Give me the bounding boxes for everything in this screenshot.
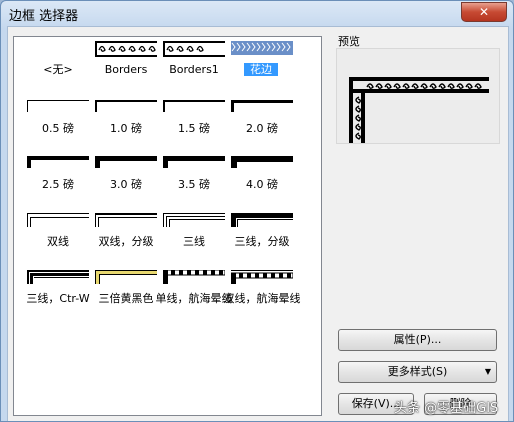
- border-swatch-icon: [163, 41, 225, 57]
- border-swatch-icon: [163, 213, 225, 227]
- border-swatch-icon: [27, 100, 89, 112]
- border-swatch-icon: [231, 270, 293, 284]
- properties-button[interactable]: 属性(P)...: [338, 329, 497, 351]
- border-option[interactable]: Borders1: [159, 41, 229, 93]
- preview-border-image: [349, 77, 489, 143]
- border-swatch-icon: [163, 100, 225, 112]
- border-swatch-icon: [27, 270, 89, 284]
- save-button-label: 保存(V)...: [351, 397, 401, 410]
- close-button[interactable]: ✕: [461, 2, 507, 22]
- title-bar[interactable]: 边框 选择器 ✕: [1, 1, 513, 25]
- border-swatch-icon: [95, 270, 157, 284]
- preview-group: 预览: [333, 31, 501, 147]
- border-option-label: Borders1: [169, 63, 219, 76]
- dropdown-arrow-icon: ▼: [484, 367, 491, 376]
- border-swatch-icon: [163, 156, 225, 168]
- border-option[interactable]: 4.0 磅: [227, 156, 297, 208]
- border-option-label: 花边: [244, 63, 278, 76]
- more-styles-label: 更多样式(S): [387, 365, 448, 378]
- border-swatch-icon: [95, 100, 157, 112]
- border-selector-dialog: 边框 选择器 ✕ <无> Borders Borders1 花边 0.5 磅 1.0 磅1…: [0, 0, 514, 422]
- watermark-text: 头条 @零基础GIS: [394, 401, 499, 416]
- border-style-gallery[interactable]: <无> Borders Borders1 花边 0.5 磅 1.0 磅 1.5 磅 2.0 磅…: [13, 36, 322, 416]
- border-swatch-icon: [27, 41, 89, 59]
- border-swatch-icon: [163, 270, 225, 284]
- border-option[interactable]: 双线，航海晕线: [224, 270, 301, 322]
- border-swatch-icon: [231, 41, 293, 55]
- border-swatch-icon: [95, 41, 157, 57]
- border-option-label: 双线，航海晕线: [223, 292, 301, 305]
- border-option-label: 三线，分级: [234, 235, 290, 248]
- dialog-body: <无> Borders Borders1 花边 0.5 磅 1.0 磅 1.5 磅 2.0 磅…: [7, 26, 509, 421]
- window-title: 边框 选择器: [9, 9, 79, 24]
- border-swatch-icon: [231, 213, 293, 227]
- border-option[interactable]: 2.0 磅: [227, 100, 297, 152]
- properties-button-label: 属性(P)...: [393, 333, 442, 346]
- border-option[interactable]: 花边: [227, 41, 297, 93]
- border-swatch-icon: [231, 100, 293, 112]
- border-swatch-icon: [27, 156, 89, 168]
- preview-box: [336, 48, 500, 144]
- border-swatch-icon: [27, 213, 89, 227]
- border-option-label: 2.0 磅: [246, 122, 278, 135]
- border-swatch-icon: [95, 156, 157, 168]
- preview-label: 预览: [338, 35, 360, 48]
- border-option[interactable]: 三线，分级: [227, 213, 297, 265]
- more-styles-dropdown[interactable]: 更多样式(S) ▼: [338, 361, 497, 383]
- border-swatch-icon: [95, 213, 157, 227]
- border-swatch-icon: [231, 156, 293, 168]
- border-option-label: 4.0 磅: [246, 178, 278, 191]
